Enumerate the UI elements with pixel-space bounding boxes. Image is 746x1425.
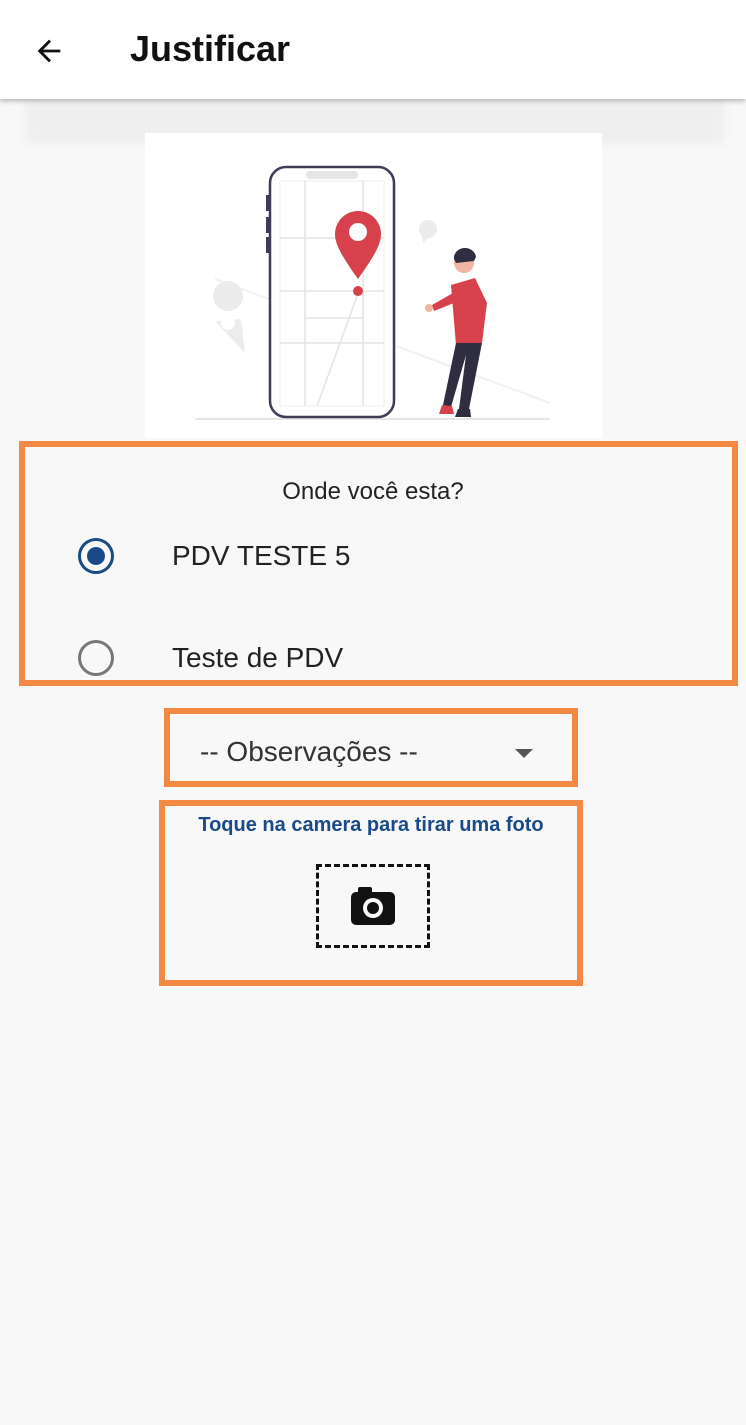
location-question: Onde você esta? <box>282 478 464 505</box>
back-button[interactable] <box>24 26 74 76</box>
page-title: Justificar <box>130 28 291 69</box>
observations-dropdown[interactable]: -- Observações -- <box>176 720 566 776</box>
camera-icon <box>351 887 395 925</box>
chevron-down-icon <box>515 749 533 758</box>
app-bar: Justificar <box>0 0 746 99</box>
radio-checked-icon[interactable] <box>78 538 114 574</box>
observations-selected-value: -- Observações -- <box>200 736 418 767</box>
location-illustration <box>145 133 602 438</box>
location-option-pdv-teste-5[interactable]: PDV TESTE 5 <box>78 534 350 578</box>
camera-button[interactable] <box>316 864 430 948</box>
location-option-label: Teste de PDV <box>172 642 344 673</box>
location-option-label: PDV TESTE 5 <box>172 540 351 571</box>
arrow-left-icon <box>37 39 61 63</box>
location-option-teste-de-pdv[interactable]: Teste de PDV <box>78 636 343 680</box>
radio-unchecked-icon[interactable] <box>78 640 114 676</box>
camera-hint-text: Toque na camera para tirar uma foto <box>198 814 544 836</box>
